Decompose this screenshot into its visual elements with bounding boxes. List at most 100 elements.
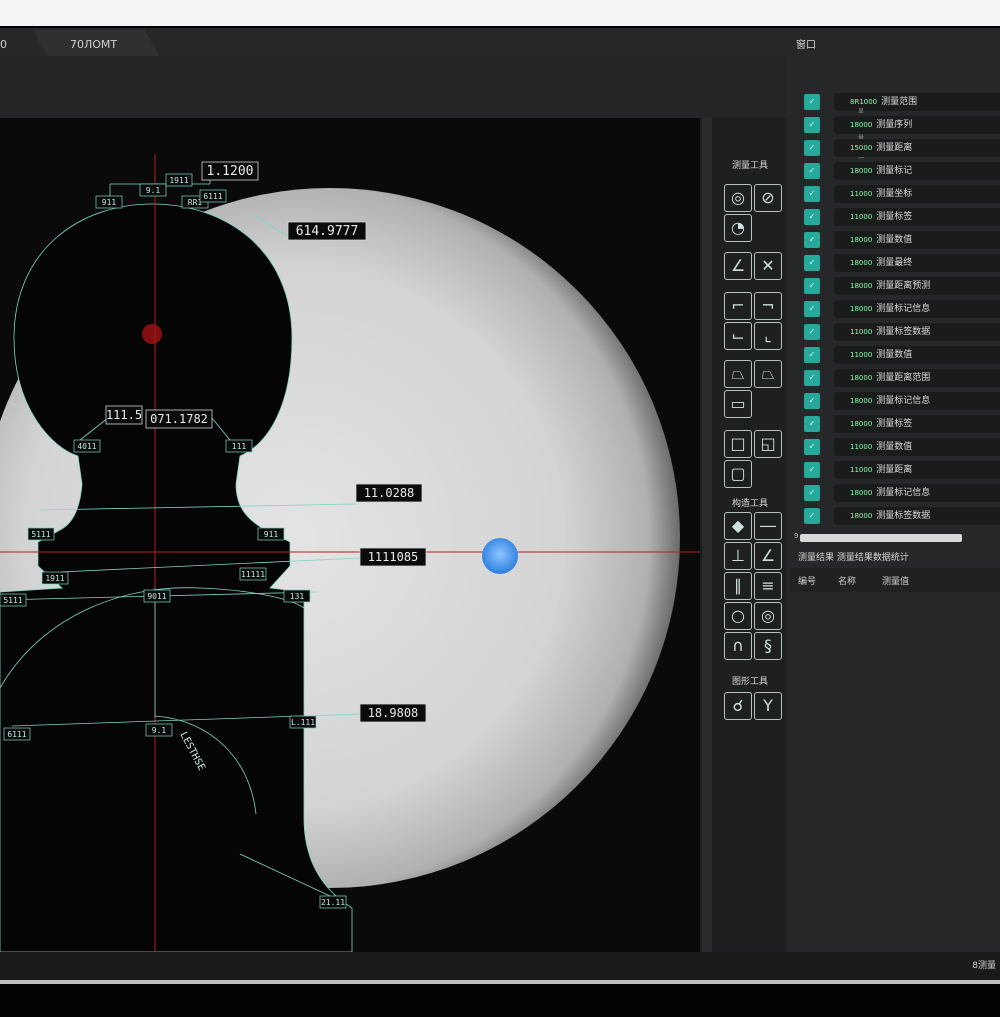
measure-label-4[interactable]: 071.1782 bbox=[145, 409, 213, 429]
list-scrollbar[interactable] bbox=[800, 534, 962, 542]
small-tag-text: 9.1 bbox=[146, 186, 161, 195]
rect-tool-icon[interactable]: ▭ bbox=[724, 390, 752, 418]
checkbox-icon[interactable]: ✓ bbox=[804, 209, 820, 225]
tab-0[interactable]: 0 bbox=[0, 34, 7, 56]
square-tool-2-icon[interactable]: ◱ bbox=[754, 430, 782, 458]
corner-tool-2-icon[interactable]: ¬ bbox=[754, 292, 782, 320]
slope-tool-icon[interactable]: ∠ bbox=[754, 542, 782, 570]
double-ring-tool-icon[interactable]: ◎ bbox=[754, 602, 782, 630]
checkbox-icon[interactable]: ✓ bbox=[804, 324, 820, 340]
toolbar bbox=[0, 56, 790, 118]
small-tag[interactable]: 6111 bbox=[199, 189, 227, 203]
small-tag[interactable]: 911 bbox=[257, 527, 285, 541]
cursor-dot[interactable] bbox=[482, 538, 518, 574]
checkbox-icon[interactable]: ✓ bbox=[804, 393, 820, 409]
list-item-text: 18000 测量距离范围 bbox=[850, 370, 930, 386]
trapezoid-tool-icon[interactable]: ⏢ bbox=[724, 360, 752, 388]
checkbox-icon[interactable]: ✓ bbox=[804, 186, 820, 202]
list-item-label: 测量标签数据 bbox=[876, 327, 931, 337]
checkbox-icon[interactable]: ✓ bbox=[804, 117, 820, 133]
measure-label-5[interactable]: 11.0288 bbox=[355, 483, 423, 503]
measure-label-1[interactable]: 1.1200 bbox=[201, 161, 259, 181]
checkbox-icon[interactable]: ✓ bbox=[804, 485, 820, 501]
list-item-code: 15000 bbox=[850, 144, 873, 152]
list-item-code: 11000 bbox=[850, 190, 873, 198]
corner-tool-icon[interactable]: ⌐ bbox=[724, 292, 752, 320]
corner-tool-3-icon[interactable]: ⌙ bbox=[724, 322, 752, 350]
list-item-code: 18000 bbox=[850, 512, 873, 520]
list-item-label: 测量距离 bbox=[876, 465, 913, 475]
corner-tool-4-icon[interactable]: ⌞ bbox=[754, 322, 782, 350]
col-name[interactable]: 名称 bbox=[838, 574, 856, 587]
y-tool-icon[interactable]: Y bbox=[754, 692, 782, 720]
checkbox-icon[interactable]: ✓ bbox=[804, 508, 820, 524]
diamond-tool-icon[interactable]: ◆ bbox=[724, 512, 752, 540]
tool-group-label-3: 图形工具 bbox=[731, 677, 768, 687]
col-id[interactable]: 编号 bbox=[798, 574, 816, 587]
curve-tool-icon[interactable]: ∩ bbox=[724, 632, 752, 660]
cross-tool-icon[interactable]: ✕ bbox=[754, 252, 782, 280]
splitter[interactable] bbox=[702, 118, 712, 952]
equal-tool-icon[interactable]: ≡ bbox=[754, 572, 782, 600]
small-tag[interactable]: 911 bbox=[95, 195, 123, 209]
checkbox-icon[interactable]: ✓ bbox=[804, 439, 820, 455]
small-tag[interactable]: 111 bbox=[225, 439, 253, 453]
measure-label-2[interactable]: 614.9777 bbox=[287, 221, 367, 241]
list-item-code: 18000 bbox=[850, 259, 873, 267]
list-item-label: 测量坐标 bbox=[876, 189, 913, 199]
checkbox-icon[interactable]: ✓ bbox=[804, 370, 820, 386]
small-tag[interactable]: 4011 bbox=[73, 439, 101, 453]
small-tag-text: 9011 bbox=[147, 592, 166, 601]
small-tag[interactable]: 21.11 bbox=[319, 895, 347, 909]
checkbox-icon[interactable]: ✓ bbox=[804, 462, 820, 478]
trapezoid-tool-2-icon[interactable]: ⏢ bbox=[754, 360, 782, 388]
line-tool-icon[interactable]: ― bbox=[754, 512, 782, 540]
small-tag[interactable]: 5111 bbox=[0, 593, 27, 607]
list-item-text: 11000 测量数值 bbox=[850, 347, 912, 363]
list-item-label: 测量标签数据 bbox=[876, 511, 931, 521]
shape-tool-icon[interactable]: ☌ bbox=[724, 692, 752, 720]
checkbox-icon[interactable]: ✓ bbox=[804, 94, 820, 110]
scroll-marker: 9 bbox=[794, 532, 799, 540]
list-item-code: 18000 bbox=[850, 282, 873, 290]
list-item-label: 测量距离预测 bbox=[876, 281, 931, 291]
checkbox-icon[interactable]: ✓ bbox=[804, 278, 820, 294]
checkbox-icon[interactable]: ✓ bbox=[804, 140, 820, 156]
tab-active[interactable]: 70ЛОМТ bbox=[70, 34, 117, 56]
checkbox-icon[interactable]: ✓ bbox=[804, 301, 820, 317]
perpendicular-tool-icon[interactable]: ⊥ bbox=[724, 542, 752, 570]
list-item-text: 18000 测量标签 bbox=[850, 416, 912, 432]
angle-tool-icon[interactable]: ∠ bbox=[724, 252, 752, 280]
list-item-text: 11000 测量距离 bbox=[850, 462, 912, 478]
ring-tool-icon[interactable]: ○ bbox=[724, 602, 752, 630]
parallel-tool-icon[interactable]: ∥ bbox=[724, 572, 752, 600]
tool-group-label-2: 构造工具 bbox=[731, 499, 768, 509]
small-tag[interactable]: 1911 bbox=[41, 571, 69, 585]
spiral-tool-icon[interactable]: § bbox=[754, 632, 782, 660]
checkbox-icon[interactable]: ✓ bbox=[804, 416, 820, 432]
checkbox-icon[interactable]: ✓ bbox=[804, 347, 820, 363]
small-tag[interactable]: 9011 bbox=[143, 589, 171, 603]
small-tag[interactable]: 9.1 bbox=[139, 183, 167, 197]
square-tool-icon[interactable]: □ bbox=[724, 430, 752, 458]
square-tool-3-icon[interactable]: ▢ bbox=[724, 460, 752, 488]
small-tag[interactable]: L.111 bbox=[289, 715, 317, 729]
small-tag[interactable]: 11111 bbox=[239, 567, 267, 581]
measure-label-6[interactable]: 1111085 bbox=[359, 547, 427, 567]
arc-tool-icon[interactable]: ◔ bbox=[724, 214, 752, 242]
checkbox-icon[interactable]: ✓ bbox=[804, 163, 820, 179]
circle-tool-icon[interactable]: ◎ bbox=[724, 184, 752, 212]
small-tag[interactable]: 1911 bbox=[165, 173, 193, 187]
slash-circle-tool-icon[interactable]: ⊘ bbox=[754, 184, 782, 212]
small-tag[interactable]: 131 bbox=[283, 589, 311, 603]
checkbox-icon[interactable]: ✓ bbox=[804, 232, 820, 248]
small-tag[interactable]: 5111 bbox=[27, 527, 55, 541]
measure-label-3[interactable]: 111.5 bbox=[105, 405, 143, 425]
checkbox-icon[interactable]: ✓ bbox=[804, 255, 820, 271]
small-tag[interactable]: 6111 bbox=[3, 727, 31, 741]
measure-label-7[interactable]: 18.9808 bbox=[359, 703, 427, 723]
image-viewer[interactable]: 1.1200 614.9777 111.5 071.1782 11.0288 1… bbox=[0, 118, 700, 952]
small-tag[interactable]: 9.1 bbox=[145, 723, 173, 737]
col-value[interactable]: 测量值 bbox=[882, 574, 909, 587]
list-item-label: 测量标记 bbox=[876, 166, 913, 176]
